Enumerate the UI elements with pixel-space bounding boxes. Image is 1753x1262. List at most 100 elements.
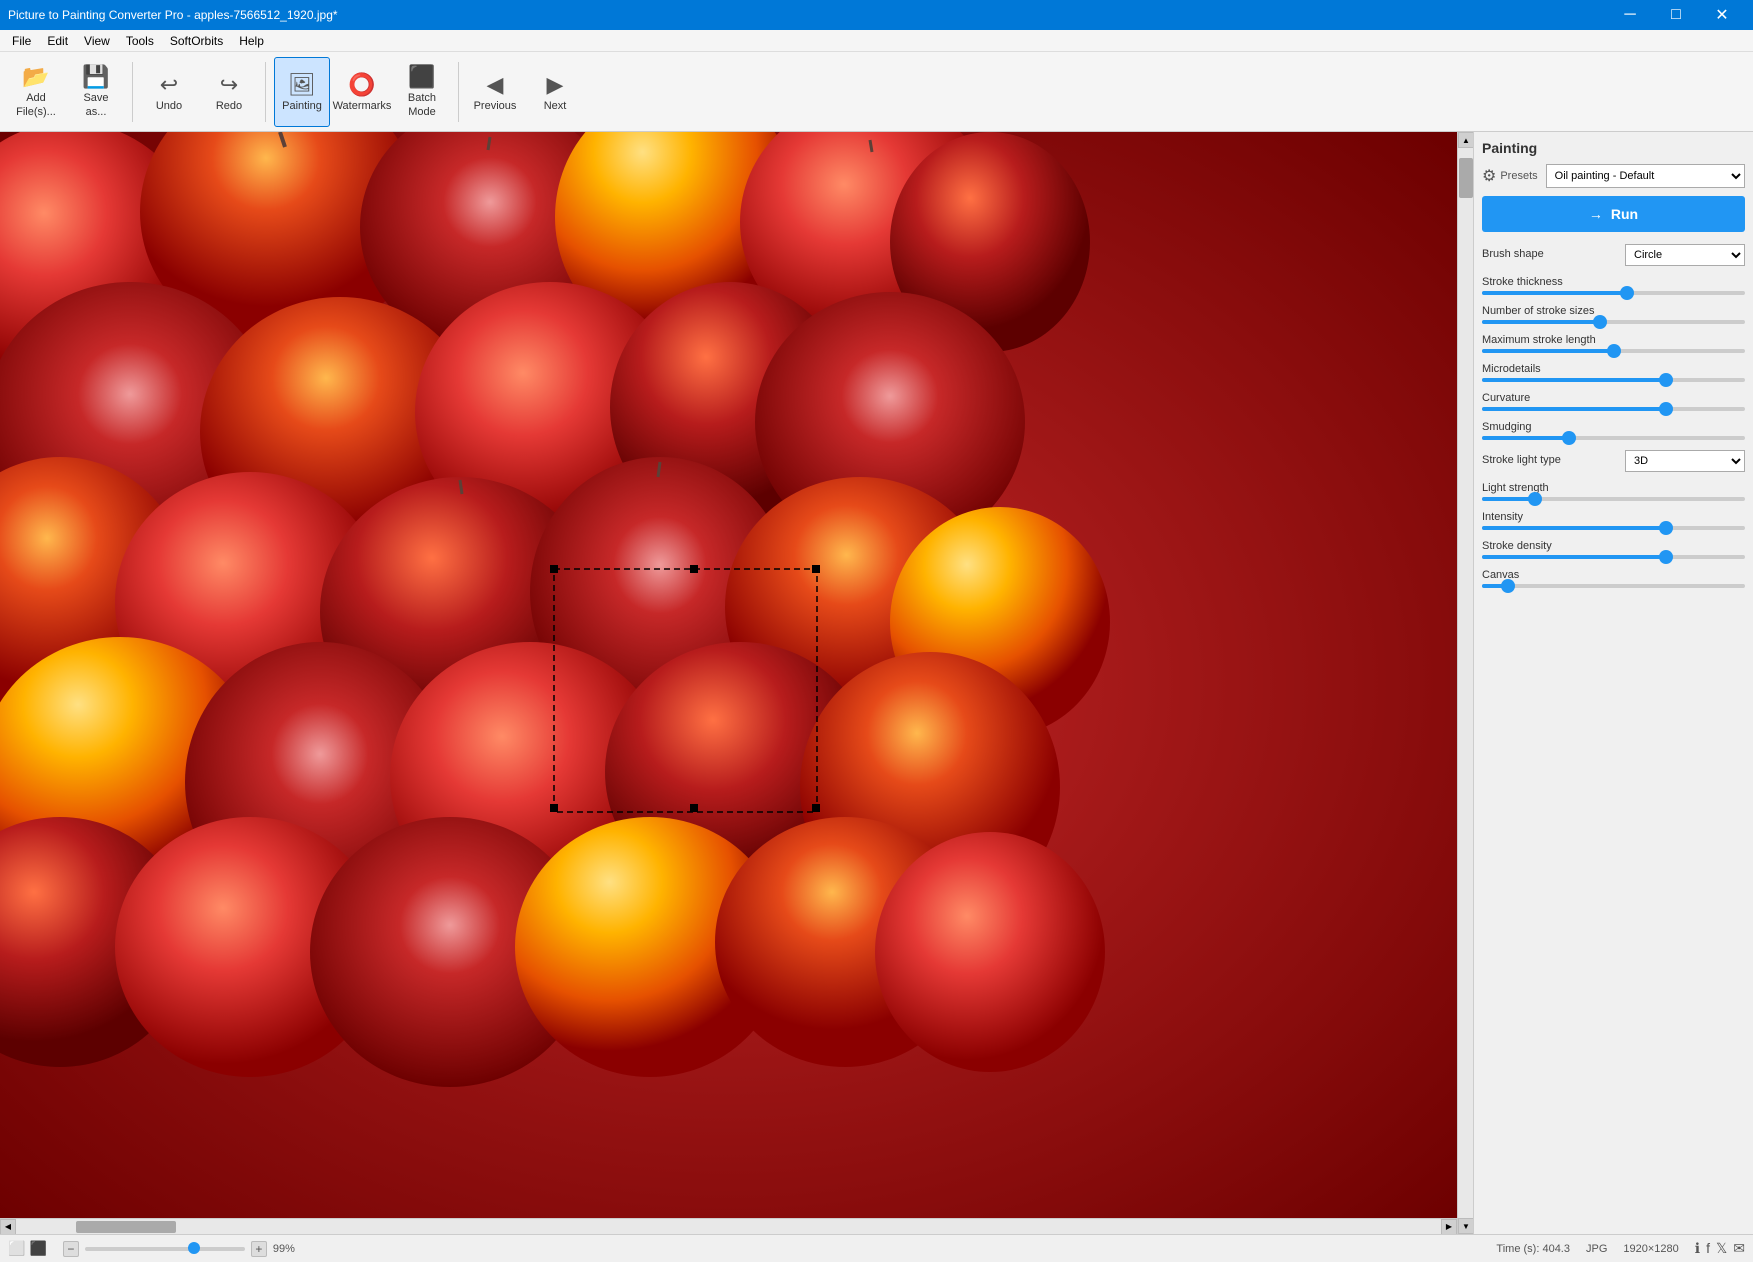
image-canvas	[0, 132, 1457, 1234]
undo-label: Undo	[156, 100, 182, 112]
run-button[interactable]: → Run	[1482, 196, 1745, 232]
menu-help[interactable]: Help	[231, 32, 272, 50]
status-right: Time (s): 404.3 JPG 1920×1280 ℹ f 𝕏 ✉	[1496, 1240, 1745, 1257]
titlebar-controls: ─ □ ✕	[1607, 0, 1745, 30]
intensity-row: Intensity	[1482, 511, 1745, 530]
smudging-fill	[1482, 436, 1569, 440]
light-strength-row: Light strength	[1482, 482, 1745, 501]
info-icon[interactable]: ℹ	[1695, 1240, 1700, 1257]
brush-shape-label: Brush shape	[1482, 248, 1544, 260]
smudging-row: Smudging	[1482, 421, 1745, 440]
smudging-thumb[interactable]	[1562, 431, 1576, 445]
max-stroke-thumb[interactable]	[1607, 344, 1621, 358]
view-split-icon[interactable]: ⬛	[29, 1240, 46, 1257]
stroke-sizes-slider[interactable]	[1482, 320, 1745, 324]
email-icon[interactable]: ✉	[1733, 1240, 1745, 1257]
separator-2	[265, 62, 266, 122]
zoom-slider-thumb[interactable]	[188, 1242, 200, 1254]
time-label: Time (s): 404.3	[1496, 1243, 1570, 1255]
stroke-thickness-thumb[interactable]	[1620, 286, 1634, 300]
zoom-area: − + 99%	[63, 1241, 295, 1257]
stroke-thickness-slider[interactable]	[1482, 291, 1745, 295]
undo-button[interactable]: ↩ Undo	[141, 57, 197, 127]
microdetails-slider[interactable]	[1482, 378, 1745, 382]
microdetails-label: Microdetails	[1482, 363, 1745, 375]
stroke-thickness-row: Stroke thickness	[1482, 276, 1745, 295]
presets-label: Presets	[1500, 170, 1537, 182]
intensity-thumb[interactable]	[1659, 521, 1673, 535]
canvas-slider[interactable]	[1482, 584, 1745, 588]
max-stroke-slider[interactable]	[1482, 349, 1745, 353]
restore-button[interactable]: □	[1653, 0, 1699, 30]
run-label: Run	[1611, 206, 1638, 222]
scroll-right-button[interactable]: ▶	[1441, 1219, 1457, 1235]
canvas-row: Canvas	[1482, 569, 1745, 588]
statusbar: ⬜ ⬛ − + 99% Time (s): 404.3 JPG 1920×128…	[0, 1234, 1753, 1262]
scroll-left-button[interactable]: ◀	[0, 1219, 16, 1235]
menu-edit[interactable]: Edit	[39, 32, 76, 50]
stroke-density-thumb[interactable]	[1659, 550, 1673, 564]
stroke-light-select[interactable]: 3D 2D None	[1625, 450, 1745, 472]
curvature-slider[interactable]	[1482, 407, 1745, 411]
minimize-button[interactable]: ─	[1607, 0, 1653, 30]
redo-label: Redo	[216, 100, 242, 112]
titlebar-title: Picture to Painting Converter Pro - appl…	[8, 8, 338, 22]
stroke-density-label: Stroke density	[1482, 540, 1745, 552]
view-single-icon[interactable]: ⬜	[8, 1240, 25, 1257]
stroke-density-row: Stroke density	[1482, 540, 1745, 559]
zoom-out-button[interactable]: −	[63, 1241, 79, 1257]
light-strength-thumb[interactable]	[1528, 492, 1542, 506]
h-scroll-thumb[interactable]	[76, 1221, 176, 1233]
facebook-icon[interactable]: f	[1706, 1240, 1710, 1257]
watermarks-icon: ⭕	[348, 72, 375, 98]
stroke-sizes-fill	[1482, 320, 1600, 324]
smudging-slider[interactable]	[1482, 436, 1745, 440]
watermarks-button[interactable]: ⭕ Watermarks	[334, 57, 390, 127]
next-button[interactable]: ▶ Next	[527, 57, 583, 127]
light-strength-slider[interactable]	[1482, 497, 1745, 501]
batch-mode-button[interactable]: ⬛ BatchMode	[394, 57, 450, 127]
stroke-sizes-thumb[interactable]	[1593, 315, 1607, 329]
brush-shape-select[interactable]: Circle Square Custom	[1625, 244, 1745, 266]
vertical-scrollbar[interactable]: ▲ ▼	[1457, 132, 1473, 1234]
redo-button[interactable]: ↪ Redo	[201, 57, 257, 127]
zoom-slider[interactable]	[85, 1247, 245, 1251]
canvas-thumb[interactable]	[1501, 579, 1515, 593]
dimensions-label: 1920×1280	[1623, 1243, 1678, 1255]
stroke-density-slider[interactable]	[1482, 555, 1745, 559]
close-button[interactable]: ✕	[1699, 0, 1745, 30]
save-as-button[interactable]: 💾 Saveas...	[68, 57, 124, 127]
curvature-fill	[1482, 407, 1666, 411]
stroke-light-select-row: Stroke light type 3D 2D None	[1482, 450, 1745, 472]
previous-button[interactable]: ◀ Previous	[467, 57, 523, 127]
painting-button[interactable]: 🖼 Painting	[274, 57, 330, 127]
twitter-icon[interactable]: 𝕏	[1716, 1240, 1727, 1257]
menu-file[interactable]: File	[4, 32, 39, 50]
scroll-down-button[interactable]: ▼	[1458, 1218, 1473, 1234]
presets-settings-icon[interactable]: ⚙	[1482, 166, 1496, 186]
right-panel: Painting ⚙ Presets Oil painting - Defaul…	[1473, 132, 1753, 1234]
curvature-thumb[interactable]	[1659, 402, 1673, 416]
presets-select[interactable]: Oil painting - Default Watercolor Sketch	[1546, 164, 1745, 188]
format-label: JPG	[1586, 1243, 1607, 1255]
batch-mode-icon: ⬛	[408, 64, 435, 90]
scroll-thumb[interactable]	[1459, 158, 1473, 198]
horizontal-scrollbar[interactable]: ◀ ▶	[0, 1218, 1457, 1234]
microdetails-thumb[interactable]	[1659, 373, 1673, 387]
intensity-slider[interactable]	[1482, 526, 1745, 530]
menu-tools[interactable]: Tools	[118, 32, 162, 50]
max-stroke-row: Maximum stroke length	[1482, 334, 1745, 353]
menu-softorbits[interactable]: SoftOrbits	[162, 32, 231, 50]
toolbar: 📂 AddFile(s)... 💾 Saveas... ↩ Undo ↪ Red…	[0, 52, 1753, 132]
scroll-up-button[interactable]: ▲	[1458, 132, 1473, 148]
batch-mode-label: BatchMode	[408, 92, 436, 118]
curvature-row: Curvature	[1482, 392, 1745, 411]
canvas-label: Canvas	[1482, 569, 1745, 581]
panel-title: Painting	[1482, 140, 1745, 156]
menu-view[interactable]: View	[76, 32, 118, 50]
zoom-in-button[interactable]: +	[251, 1241, 267, 1257]
stroke-thickness-label: Stroke thickness	[1482, 276, 1745, 288]
microdetails-fill	[1482, 378, 1666, 382]
add-files-button[interactable]: 📂 AddFile(s)...	[8, 57, 64, 127]
stroke-sizes-label: Number of stroke sizes	[1482, 305, 1745, 317]
